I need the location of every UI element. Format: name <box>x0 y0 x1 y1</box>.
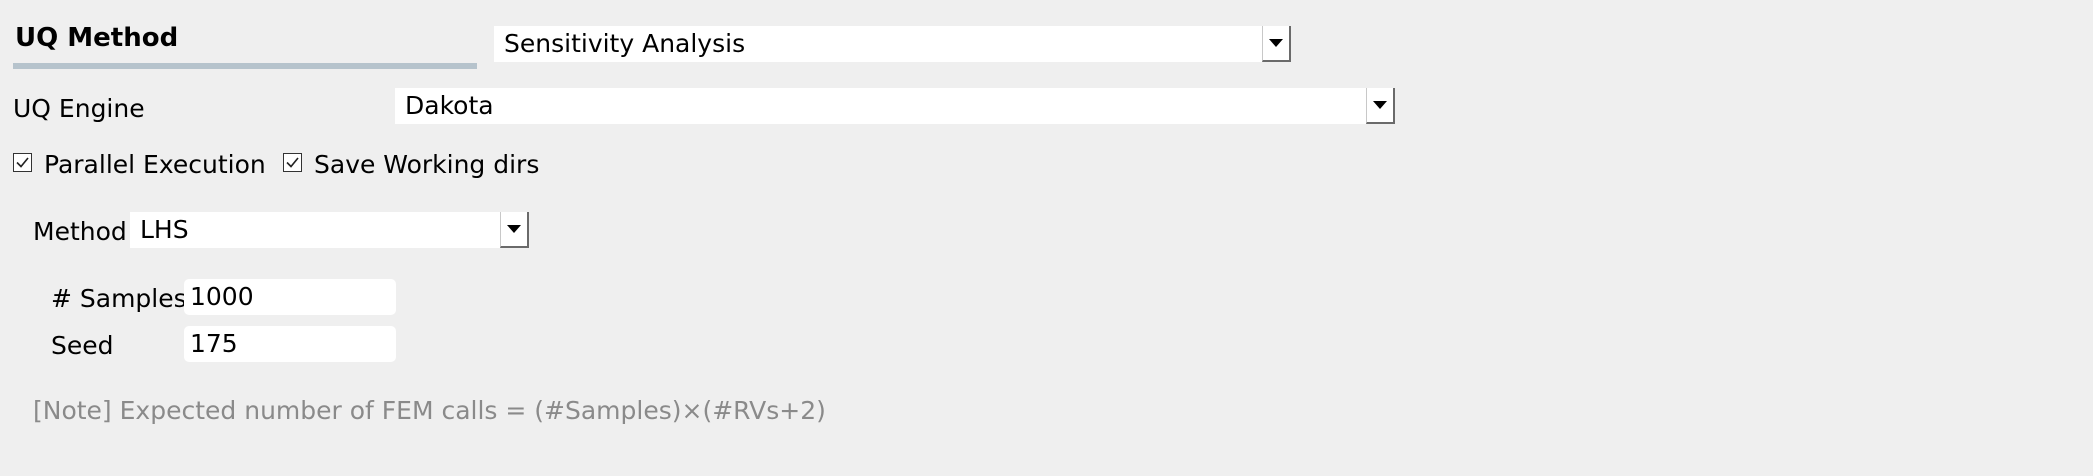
chevron-down-icon <box>1373 101 1387 109</box>
uq-engine-dropdown-button[interactable] <box>1366 88 1395 124</box>
parallel-execution-checkbox[interactable] <box>13 153 32 172</box>
chevron-down-icon <box>507 225 521 233</box>
uq-engine-label: UQ Engine <box>13 94 145 123</box>
chevron-down-icon <box>1269 39 1283 47</box>
uq-engine-select-value: Dakota <box>405 91 494 120</box>
method-select[interactable]: LHS <box>130 212 529 248</box>
fem-calls-note: [Note] Expected number of FEM calls = (#… <box>33 396 826 425</box>
uq-method-select-value: Sensitivity Analysis <box>504 29 746 58</box>
uq-method-select[interactable]: Sensitivity Analysis <box>494 26 1291 62</box>
method-dropdown-button[interactable] <box>500 212 529 248</box>
uq-engine-select[interactable]: Dakota <box>395 88 1395 124</box>
method-select-value: LHS <box>140 215 189 244</box>
save-working-dirs-label[interactable]: Save Working dirs <box>314 149 539 181</box>
uq-method-title: UQ Method <box>15 23 179 53</box>
title-underline <box>13 63 477 69</box>
samples-input[interactable]: 1000 <box>184 279 396 315</box>
checkmark-icon <box>16 157 29 168</box>
seed-label: Seed <box>51 331 114 360</box>
save-working-dirs-checkbox[interactable] <box>283 153 302 172</box>
parallel-execution-label[interactable]: Parallel Execution <box>44 149 266 181</box>
checkmark-icon <box>286 157 299 168</box>
uq-method-dropdown-button[interactable] <box>1262 26 1291 62</box>
method-label: Method <box>33 217 127 246</box>
samples-label: # Samples <box>51 284 187 313</box>
seed-input[interactable]: 175 <box>184 326 396 362</box>
